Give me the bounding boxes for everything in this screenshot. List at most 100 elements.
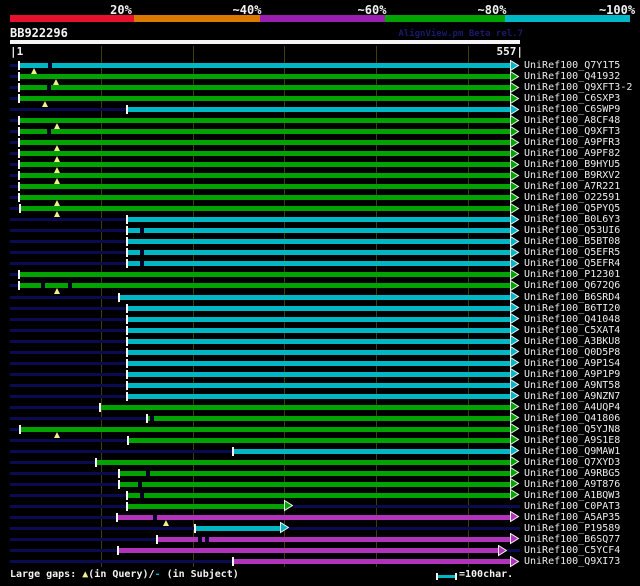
bar-start-tick	[145, 413, 148, 423]
alignment-bar[interactable]	[20, 63, 510, 68]
row-label[interactable]: UniRef100_Q41806	[524, 413, 620, 424]
row-label[interactable]: UniRef100_Q41048	[524, 314, 620, 325]
row-label[interactable]: UniRef100_Q9MAW1	[524, 446, 620, 457]
alignment-bar[interactable]	[157, 536, 510, 542]
alignment-bar[interactable]	[128, 393, 510, 399]
alignment-bar[interactable]	[20, 162, 510, 168]
row-label[interactable]: UniRef100_Q5EFR5	[524, 247, 620, 258]
row-label[interactable]: UniRef100_Q41932	[524, 71, 620, 82]
alignment-bar[interactable]	[20, 129, 510, 135]
row-label[interactable]: UniRef100_A8CF48	[524, 115, 620, 126]
row-label[interactable]: UniRef100_P19589	[524, 523, 620, 534]
alignment-bar[interactable]	[20, 173, 510, 179]
row-label[interactable]: UniRef100_Q9XFT3	[524, 126, 620, 137]
alignment-bar[interactable]	[128, 239, 510, 245]
row-label[interactable]: UniRef100_A9P1S4	[524, 358, 620, 369]
alignment-bar[interactable]	[20, 272, 510, 278]
alignment-bar[interactable]	[20, 184, 510, 190]
query-baseline	[10, 361, 129, 365]
row-label[interactable]: UniRef100_Q5EFR4	[524, 258, 620, 269]
alignment-bar[interactable]	[128, 371, 510, 377]
row-label[interactable]: UniRef100_A9PFR3	[524, 137, 620, 148]
alignment-bar[interactable]	[128, 107, 510, 113]
alignment-bar[interactable]	[20, 283, 510, 289]
alignment-bar[interactable]	[97, 459, 510, 465]
row-label[interactable]: UniRef100_O22591	[524, 192, 620, 203]
alignment-bar[interactable]	[120, 481, 510, 487]
row-label[interactable]: UniRef100_B6SRD4	[524, 292, 620, 303]
alignment-bar[interactable]	[20, 85, 510, 90]
alignment-bar[interactable]	[20, 118, 510, 124]
row-label[interactable]: UniRef100_A5AP35	[524, 512, 620, 523]
row-label[interactable]: UniRef100_B5BT08	[524, 236, 620, 247]
alignment-bar[interactable]	[128, 382, 510, 388]
alignment-bar[interactable]	[120, 294, 510, 300]
alignment-bar[interactable]	[233, 559, 510, 564]
alignment-bar[interactable]	[20, 140, 510, 146]
alignment-bar[interactable]	[128, 261, 510, 267]
row-label[interactable]: UniRef100_Q7XYD3	[524, 457, 620, 468]
row-label[interactable]: UniRef100_B6SQ77	[524, 534, 620, 545]
alignment-bar[interactable]	[20, 195, 510, 201]
row-label[interactable]: UniRef100_Q9XFT3-2	[524, 82, 632, 93]
row-label[interactable]: UniRef100_A9T876	[524, 479, 620, 490]
alignment-bar[interactable]	[196, 525, 280, 531]
row-label[interactable]: UniRef100_A9RBG5	[524, 468, 620, 479]
alignment-bar[interactable]	[20, 96, 510, 102]
bar-start-tick	[18, 94, 21, 104]
alignment-bar[interactable]	[128, 338, 510, 344]
row-label[interactable]: UniRef100_Q0D5P8	[524, 347, 620, 358]
alignment-bar[interactable]	[21, 426, 510, 432]
row-label[interactable]: UniRef100_A1BQW3	[524, 490, 620, 501]
alignment-bar[interactable]	[128, 250, 510, 256]
row-label[interactable]: UniRef100_C5YCF4	[524, 545, 620, 556]
row-label[interactable]: UniRef100_A4UQP4	[524, 402, 620, 413]
row-label[interactable]: UniRef100_A3BKU8	[524, 336, 620, 347]
alignment-bar[interactable]	[129, 437, 510, 443]
bar-start-tick	[126, 325, 129, 335]
row-label[interactable]: UniRef100_A7R221	[524, 181, 620, 192]
alignment-bar[interactable]	[120, 470, 510, 476]
bar-start-tick	[18, 138, 21, 148]
alignment-bar[interactable]	[128, 228, 510, 234]
row-label[interactable]: UniRef100_Q7Y1T5	[524, 60, 620, 71]
row-label[interactable]: UniRef100_C6SXP3	[524, 93, 620, 104]
row-label[interactable]: UniRef100_Q9XI73	[524, 556, 620, 567]
alignment-bar[interactable]	[100, 404, 510, 410]
alignment-bar[interactable]	[128, 327, 510, 333]
row-label[interactable]: UniRef100_Q672Q6	[524, 280, 620, 291]
alignment-bar[interactable]	[128, 305, 510, 311]
alignment-bar[interactable]	[128, 492, 510, 498]
row-label[interactable]: UniRef100_B0L6Y3	[524, 214, 620, 225]
row-label[interactable]: UniRef100_A9P1P9	[524, 369, 620, 380]
row-label[interactable]: UniRef100_B6TI20	[524, 303, 620, 314]
alignment-bar[interactable]	[128, 349, 510, 355]
query-gap-triangle-icon	[53, 431, 60, 438]
alignment-bar[interactable]	[147, 415, 510, 421]
row-label[interactable]: UniRef100_A9NZN7	[524, 391, 620, 402]
subject-gap-dash	[47, 85, 52, 90]
row-label[interactable]: UniRef100_C0PAT3	[524, 501, 620, 512]
alignment-bar[interactable]	[128, 316, 510, 322]
alignment-bar[interactable]	[128, 360, 510, 366]
row-label[interactable]: UniRef100_B9HYU5	[524, 159, 620, 170]
bar-start-tick	[18, 182, 21, 192]
row-label[interactable]: UniRef100_C5XAT4	[524, 325, 620, 336]
alignment-bar[interactable]	[118, 514, 510, 520]
row-label[interactable]: UniRef100_B9RXV2	[524, 170, 620, 181]
row-label[interactable]: UniRef100_Q5YJN8	[524, 424, 620, 435]
row-label[interactable]: UniRef100_Q53UI6	[524, 225, 620, 236]
row-label[interactable]: UniRef100_A9S1E8	[524, 435, 620, 446]
row-label[interactable]: UniRef100_P12301	[524, 269, 620, 280]
alignment-bar[interactable]	[233, 448, 510, 454]
alignment-bar[interactable]	[128, 217, 510, 223]
alignment-bar[interactable]	[128, 503, 285, 509]
row-label[interactable]: UniRef100_A9NT58	[524, 380, 620, 391]
alignment-bar[interactable]	[20, 151, 510, 157]
row-label[interactable]: UniRef100_Q5PYQ5	[524, 203, 620, 214]
alignment-bar[interactable]	[20, 74, 510, 79]
alignment-bar[interactable]	[119, 548, 498, 553]
alignment-bar[interactable]	[21, 206, 510, 212]
row-label[interactable]: UniRef100_C6SWP9	[524, 104, 620, 115]
row-label[interactable]: UniRef100_A9PF82	[524, 148, 620, 159]
